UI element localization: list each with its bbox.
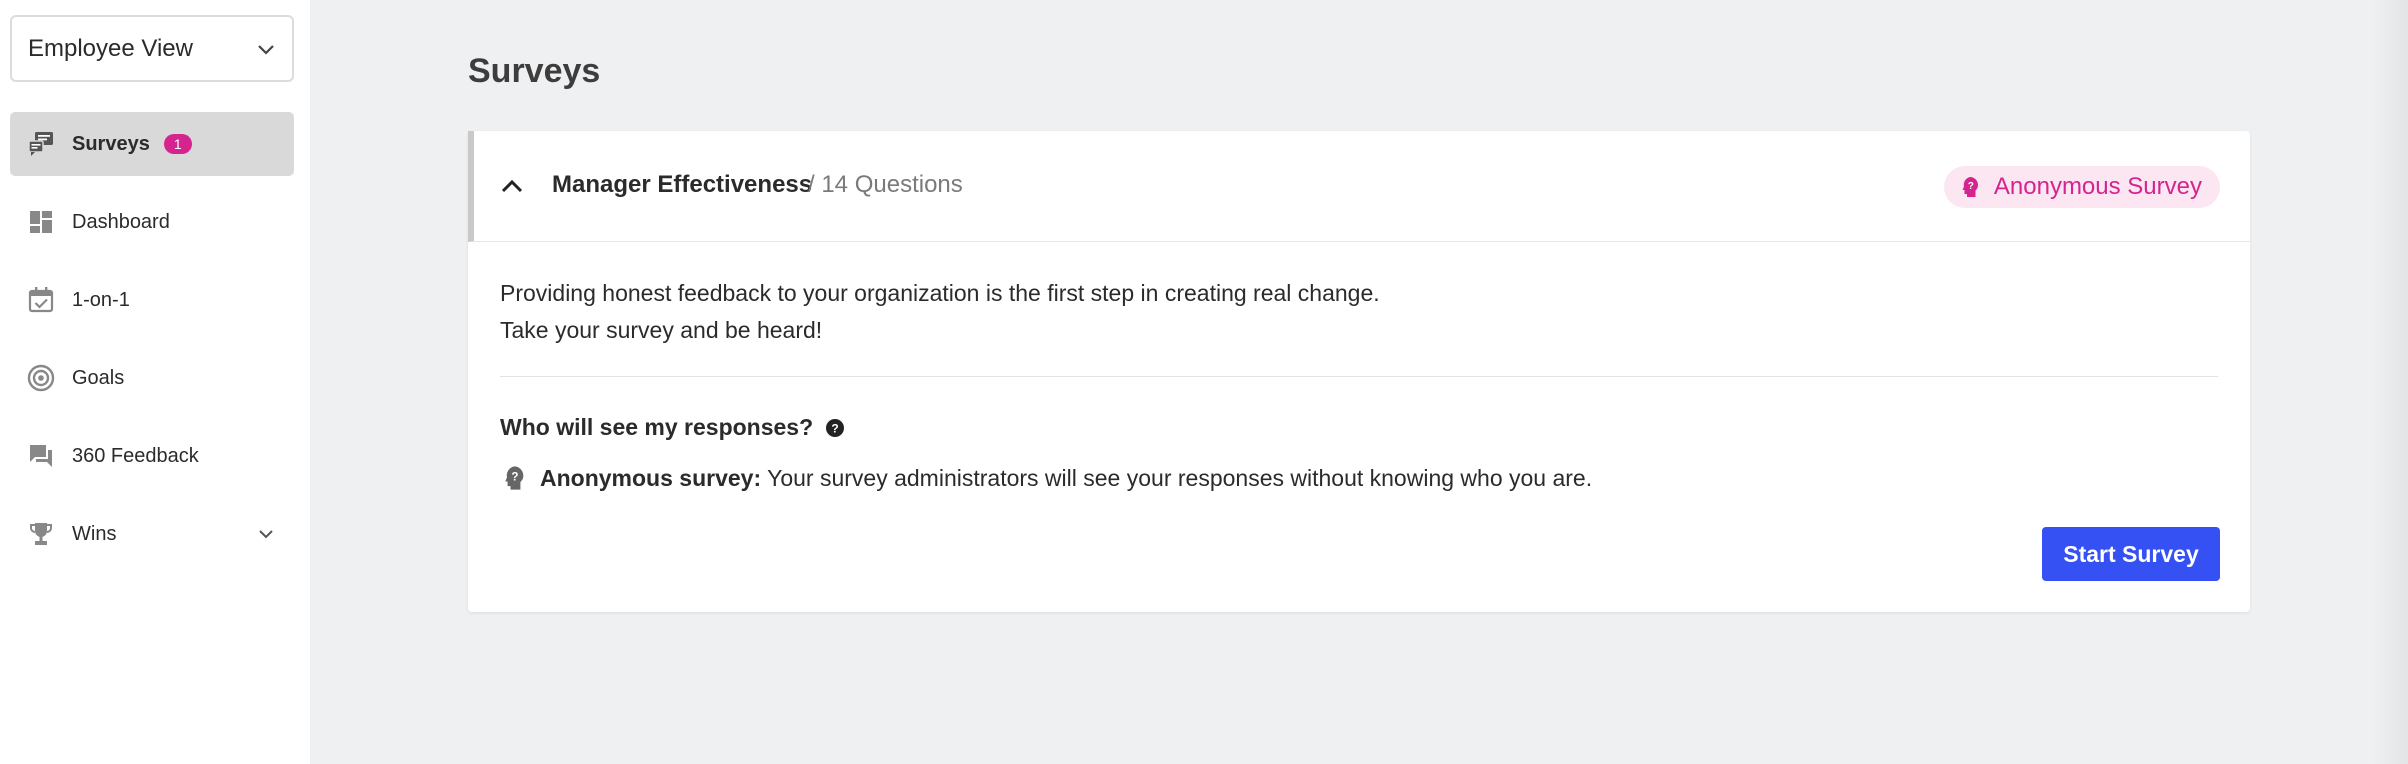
sidebar-item-goals[interactable]: Goals (10, 346, 294, 410)
sidebar-item-wins[interactable]: Wins (10, 502, 294, 566)
survey-intro: Providing honest feedback to your organi… (500, 275, 1380, 349)
anonymous-prefix: Anonymous survey: (540, 464, 762, 491)
survey-name: Manager Effectiveness (552, 171, 813, 198)
intro-line-2: Take your survey and be heard! (500, 317, 823, 343)
anonymous-explanation: ? Anonymous survey: Your survey administ… (500, 464, 1592, 492)
anonymous-text: Your survey administrators will see your… (767, 464, 1593, 491)
who-sees-heading: Who will see my responses? ? (500, 414, 845, 441)
sidebar-item-label: Goals (72, 366, 125, 389)
sidebar-item-label: Wins (72, 522, 117, 545)
scroll-edge-shadow (2372, 0, 2408, 764)
dashboard-icon (26, 207, 56, 237)
anonymous-survey-badge: ? Anonymous Survey (1943, 166, 2220, 208)
chevron-up-icon[interactable] (498, 173, 526, 201)
sidebar-item-label: Surveys (72, 132, 150, 155)
sidebar-item-360-feedback[interactable]: 360 Feedback (10, 424, 294, 488)
feedback-chat-icon (26, 441, 56, 471)
survey-card: Manager Effectiveness / 14 Questions ? A… (468, 131, 2250, 612)
who-sees-label: Who will see my responses? (500, 414, 814, 440)
sidebar-item-label: Dashboard (72, 210, 170, 233)
anonymous-head-icon: ? (505, 466, 524, 490)
calendar-check-icon (26, 285, 56, 315)
question-count: / 14 Questions (808, 171, 963, 198)
trophy-icon (26, 519, 56, 549)
anonymous-survey-label: Anonymous Survey (1993, 173, 2202, 200)
view-select-label: Employee View (28, 34, 193, 62)
sidebar: Employee View Surveys 1 Dashboard 1-on-1 (0, 0, 310, 764)
sidebar-item-label: 1-on-1 (72, 288, 130, 311)
help-icon[interactable]: ? (825, 418, 845, 438)
sidebar-item-label: 360 Feedback (72, 444, 199, 467)
anonymous-head-icon: ? (1962, 177, 1978, 197)
view-select-dropdown[interactable]: Employee View (10, 15, 294, 82)
svg-text:?: ? (1968, 181, 1974, 192)
svg-text:?: ? (831, 421, 838, 435)
survey-card-header[interactable]: Manager Effectiveness / 14 Questions ? A… (468, 131, 2250, 242)
survey-chat-icon (26, 129, 56, 159)
sidebar-item-dashboard[interactable]: Dashboard (10, 190, 294, 254)
divider (500, 376, 2218, 377)
sidebar-item-surveys[interactable]: Surveys 1 (10, 112, 294, 176)
sidebar-item-1-on-1[interactable]: 1-on-1 (10, 268, 294, 332)
page-title: Surveys (468, 52, 601, 90)
chevron-down-icon (258, 45, 274, 55)
svg-text:?: ? (511, 470, 518, 483)
target-icon (26, 363, 56, 393)
start-survey-button[interactable]: Start Survey (2042, 527, 2220, 581)
sidebar-nav: Surveys 1 Dashboard 1-on-1 Goals 360 Fee… (10, 112, 294, 580)
intro-line-1: Providing honest feedback to your organi… (500, 280, 1380, 306)
chevron-down-icon[interactable] (256, 524, 276, 544)
surveys-count-badge: 1 (163, 134, 192, 154)
